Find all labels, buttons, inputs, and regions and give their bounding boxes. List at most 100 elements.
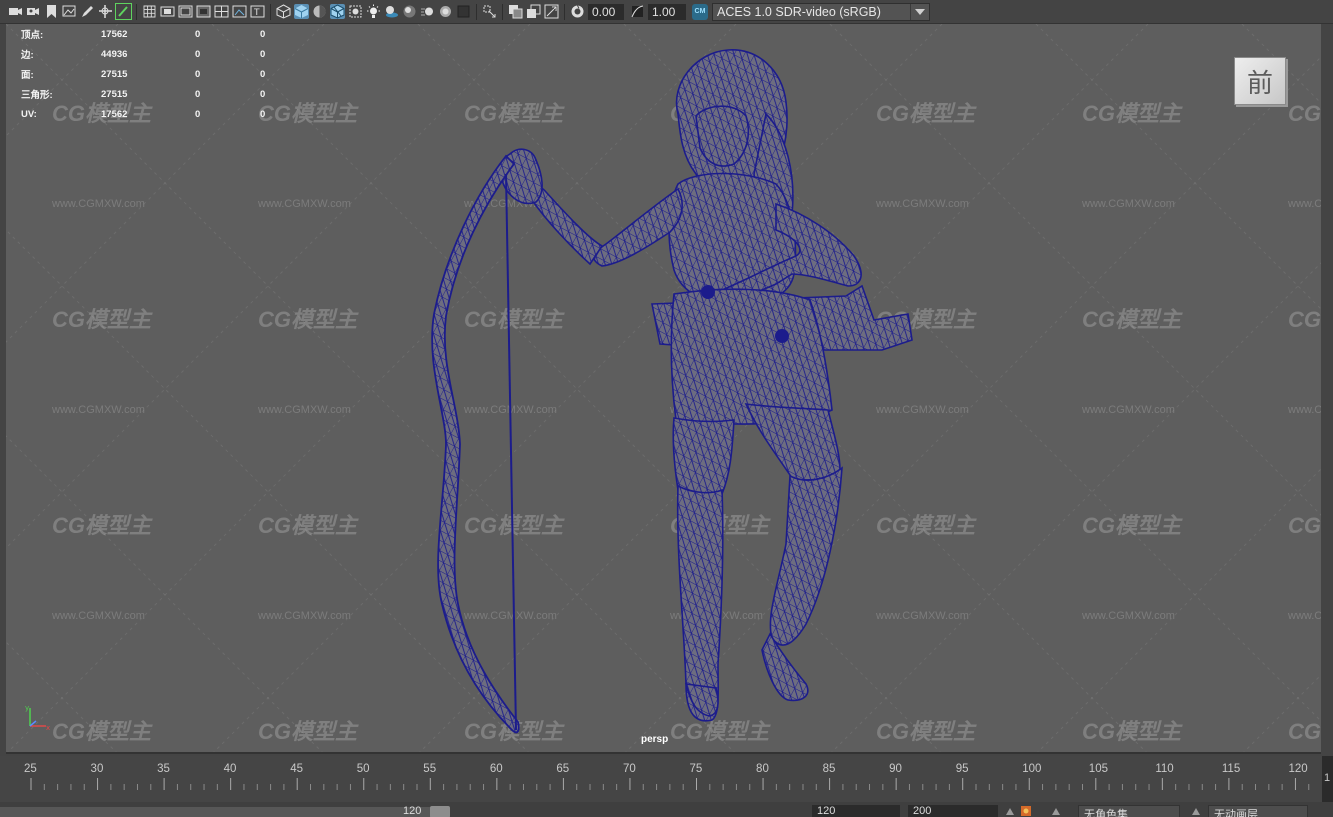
safe-action-icon[interactable] [232,4,247,19]
hud-v3: 0 [260,88,266,100]
gamma-field[interactable]: 1.00 [648,3,686,20]
range-slider-value: 120 [403,805,422,817]
mesh-bow-string[interactable] [505,173,517,731]
svg-text:y: y [25,704,29,712]
xray-icon[interactable] [348,4,363,19]
timeline-tick-label: 110 [1155,763,1174,775]
end-time-field[interactable]: 120 [812,805,900,817]
hud-v1: 44936 [101,48,128,60]
mesh-left-thigh[interactable] [672,417,735,496]
max-time-field[interactable]: 200 [908,805,998,817]
hud-v1: 17562 [101,108,128,120]
color-management-icon[interactable]: CM [692,3,708,20]
ambient-occlusion-icon[interactable] [402,4,417,19]
isolate-select-icon[interactable] [482,4,497,19]
viewcube-face-label: 前 [1246,68,1273,99]
motion-blur-icon[interactable] [420,4,435,19]
image-plane-icon[interactable] [62,4,77,19]
timeline-tick-label: 115 [1221,763,1241,775]
wireframe-on-shaded-icon[interactable] [330,4,345,19]
viewcube[interactable]: 前 [1234,57,1286,105]
anim-layer-arrow-icon[interactable] [1190,805,1202,817]
camera-name-label: persp [641,734,669,745]
current-frame-field[interactable]: 1 [1322,756,1333,802]
time-slider-ticks [30,778,1310,790]
depth-of-field-icon[interactable] [456,4,471,19]
hud-v1: 27515 [101,68,128,80]
resolution-gate-icon[interactable] [178,4,193,19]
shadows-icon[interactable] [384,4,399,19]
pencil-icon[interactable] [115,3,132,20]
wireframe-character-model[interactable] [6,24,1321,754]
timeline-tick-label: 80 [756,763,769,775]
chevron-down-icon[interactable] [910,3,928,20]
smooth-shade-icon[interactable] [294,4,309,19]
exposure-icon[interactable] [570,4,585,19]
gamma-icon[interactable] [630,4,645,19]
mesh-right-thigh[interactable] [744,403,841,481]
default-material-icon[interactable] [312,4,327,19]
2d-pan-zoom-icon[interactable] [98,4,113,19]
timeline-tick-label: 50 [356,763,370,775]
safe-title-icon[interactable]: T [250,4,265,19]
range-slider-track[interactable] [0,807,440,817]
wireframe-icon[interactable] [276,4,291,19]
range-slider-handle[interactable] [430,806,450,817]
mesh-right-boot[interactable] [769,466,843,646]
timeline-tick-label: 25 [24,763,37,775]
axis-gizmo-icon: y x [25,704,50,732]
timeline-tick-label: 95 [955,763,969,775]
timeline-tick-label: 60 [489,763,503,775]
anti-aliasing-icon[interactable] [438,4,453,19]
xray-active-icon[interactable] [526,4,541,19]
hud-v3: 0 [260,68,266,80]
timeline-tick-label: 40 [223,763,237,775]
hud-v2: 0 [195,88,201,100]
mesh-forearm[interactable] [529,185,604,266]
xray-joints-icon[interactable] [508,4,523,19]
timeline-tick-label: 30 [90,763,104,775]
toolbar-separator [476,3,477,20]
current-frame-value: 1 [1324,772,1331,784]
hud-label: 边: [21,50,34,61]
character-set-arrow-icon[interactable] [1050,805,1062,817]
bookmark-icon[interactable] [44,4,59,19]
field-chart-icon[interactable] [214,4,229,19]
camera-attr-icon[interactable] [26,4,41,19]
gate-mask-icon[interactable] [196,4,211,19]
viewport-persp[interactable]: CG模型主 CG模型主 CG模型主 CG模型主 www.CGMXW.com www.CGM… [6,24,1321,754]
backface-icon[interactable] [544,4,559,19]
color-space-dropdown[interactable]: ACES 1.0 SDR-video (sRGB) [712,2,930,21]
camera-icon[interactable] [8,4,23,19]
exposure-field[interactable]: 0.00 [588,3,624,20]
character-set-icon[interactable] [1020,805,1032,817]
toolbar-separator [270,3,271,20]
hud-v2: 0 [195,68,201,80]
hud-v2: 0 [195,108,201,120]
grid-icon[interactable] [142,4,157,19]
hud-v1: 27515 [101,88,128,100]
hud-label: 顶点: [21,30,44,41]
hud-label: 面: [21,70,34,81]
grease-pencil-icon[interactable] [80,4,95,19]
hud-row: UV: 17562 0 0 [21,104,280,124]
film-gate-icon[interactable] [160,4,175,19]
anim-layer-dropdown[interactable]: 无动画层 [1208,805,1308,817]
timeline-tick-label: 100 [1022,763,1042,775]
time-slider[interactable]: 25 30 35 40 45 50 55 60 65 70 75 80 85 90 95 100 105 110 1… [0,756,1333,802]
character-set-dropdown[interactable]: 无角色集 [1078,805,1180,817]
svg-text:T: T [253,8,260,18]
hud-v2: 0 [195,28,201,40]
auto-key-arrow-icon[interactable] [1004,805,1016,817]
mesh-bow[interactable] [431,154,520,734]
mesh-buckle[interactable] [701,285,715,299]
use-all-lights-icon[interactable] [366,4,381,19]
timeline-tick-label: 45 [290,763,303,775]
hud-row: 顶点: 17562 0 0 [21,24,280,44]
timeline-tick-label: 75 [689,763,703,775]
mesh-raised-arm[interactable] [593,187,683,267]
mesh-buckle[interactable] [775,329,789,343]
hud-v2: 0 [195,48,201,60]
mesh-skirt[interactable] [670,288,833,425]
toolbar-separator [502,3,503,20]
